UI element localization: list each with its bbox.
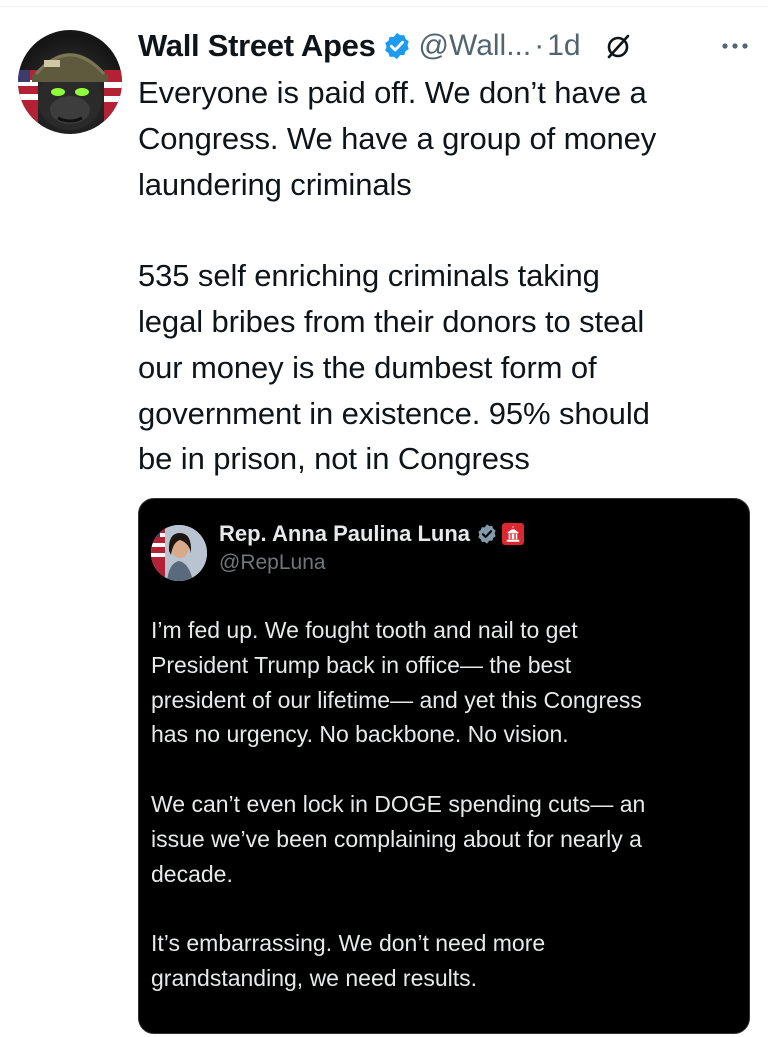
woman-portrait-avatar-icon <box>151 525 207 581</box>
tweet-text: Everyone is paid off. We don’t have a Co… <box>138 75 657 477</box>
more-dots-icon[interactable] <box>715 30 755 62</box>
tweet[interactable]: Wall Street Apes @Wall... · 1d Everyone … <box>0 0 768 1037</box>
quote-header: Rep. Anna Paulina Luna <box>219 521 524 547</box>
separator-dot: · <box>534 29 545 62</box>
quote-author-name[interactable]: Rep. Anna Paulina Luna <box>219 521 470 547</box>
quote-text: I’m fed up. We fought tooth and nail to … <box>151 617 646 991</box>
verified-badge-icon <box>384 32 409 60</box>
tweet-time[interactable]: 1d <box>547 29 580 63</box>
gorilla-helmet-avatar-icon <box>18 53 122 130</box>
author-name[interactable]: Wall Street Apes <box>138 28 376 64</box>
quote-author-handle[interactable]: @RepLuna <box>219 551 326 575</box>
verified-badge-icon <box>478 524 496 544</box>
quote-author-avatar[interactable] <box>151 525 207 581</box>
capitol-building-badge-icon <box>502 523 524 545</box>
author-handle[interactable]: @Wall... <box>419 29 532 63</box>
quoted-tweet[interactable]: Rep. Anna Paulina Luna @RepLuna I’m fed … <box>138 498 750 1034</box>
slash-circle-icon[interactable] <box>603 31 633 61</box>
tweet-header: Wall Street Apes @Wall... · 1d <box>138 24 633 68</box>
author-avatar[interactable] <box>18 30 122 134</box>
